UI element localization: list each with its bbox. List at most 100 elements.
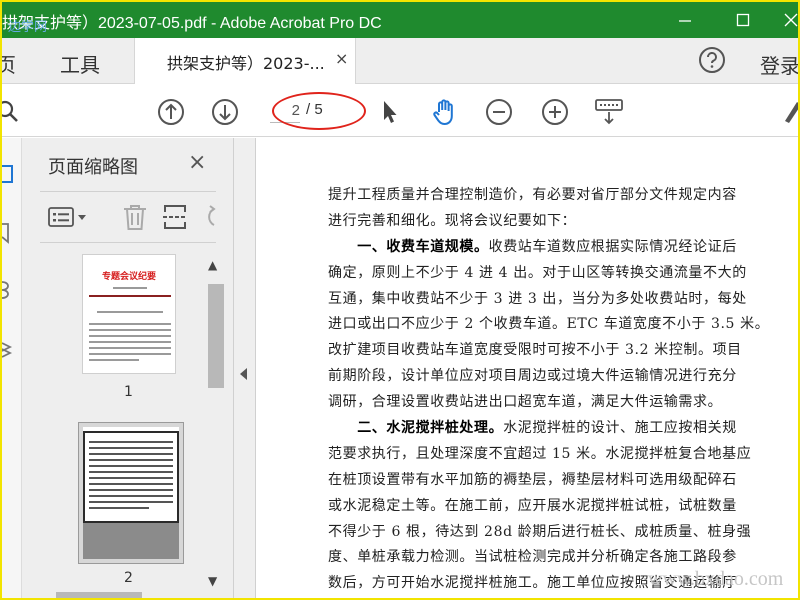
window-title: 拱架支护等）2023-07-05.pdf - Adobe Acrobat Pro…	[2, 15, 382, 32]
thumbnail-options-button[interactable]	[48, 202, 88, 232]
thumbnail-text-line	[89, 483, 173, 485]
thumbnail-text-line	[89, 359, 139, 361]
thumbnail-text-line	[89, 501, 173, 503]
scroll-down-icon[interactable]: ▼	[208, 574, 217, 588]
thumbnail-text-line	[89, 453, 173, 455]
thumbnail-text-line	[89, 447, 173, 449]
delete-page-button[interactable]	[122, 202, 148, 232]
next-page-icon	[212, 99, 238, 125]
toolbar: / 5	[2, 85, 798, 137]
scrollbar-thumb[interactable]	[208, 284, 224, 388]
line-text: 在桩顶设置带有水平加筋的褥垫层，褥垫层材料可选用级配碎石	[328, 471, 737, 488]
document-line: 二、水泥搅拌桩处理。水泥搅拌桩的设计、施工应按相关规	[328, 417, 736, 443]
document-line: 一、收费车道规模。收费站车道数应根据实际情况经论证后	[328, 236, 736, 262]
next-page-button[interactable]	[210, 97, 240, 127]
insert-page-button[interactable]	[162, 202, 188, 232]
thumbnail-panel-icon[interactable]	[2, 164, 14, 184]
document-line: 在桩顶设置带有水平加筋的褥垫层，褥垫层材料可选用级配碎石	[328, 469, 736, 495]
line-text: 度、单桩承载力检测。当试桩检测完成并分析确定各施工路段参	[328, 549, 737, 566]
rotate-page-button[interactable]	[202, 202, 218, 232]
document-tab-label: 拱架支护等）2023-...	[167, 54, 325, 73]
tab-home[interactable]: 页	[2, 49, 16, 78]
line-text: 调研，合理设置收费站进出口超宽车道，满足大件运输需求。	[328, 394, 723, 411]
prev-page-button[interactable]	[156, 97, 186, 127]
line-text: 确定，原则上不少于 4 进 4 出。对于山区等转换交通流量不大的	[328, 264, 747, 281]
rotate-icon	[208, 205, 216, 226]
bookmark-icon[interactable]	[2, 222, 12, 244]
hand-tool-button[interactable]	[430, 97, 460, 127]
document-view[interactable]: 提升工程质量并合理控制造价，有必要对省厅部分文件规定内容 进行完善和细化。现将会议…	[256, 138, 798, 598]
scroll-up-icon[interactable]: ▲	[208, 258, 217, 272]
thumbnail-shaded-area	[83, 523, 179, 559]
search-button[interactable]	[2, 97, 24, 127]
document-line: 进口或出口不应少于 2 个收费车道。ETC 车道宽度不小于 3.5 米。	[328, 313, 769, 339]
page-thumbnail-2[interactable]	[78, 422, 184, 564]
maximize-button[interactable]	[720, 2, 766, 38]
insert-page-icon	[163, 205, 187, 229]
thumbnail-text-line	[89, 347, 171, 349]
line-text: 前期阶段，设计单位应对项目周边或过境大件运输情况进行充分	[328, 368, 737, 385]
zoom-out-button[interactable]	[484, 97, 514, 127]
zoom-in-button[interactable]	[540, 97, 570, 127]
page-thumbnail-1[interactable]: 专题会议纪要	[82, 254, 176, 374]
select-cursor-icon	[384, 101, 397, 123]
document-line: 调研，合理设置收费站进出口超宽车道，满足大件运输需求。	[328, 391, 728, 417]
thumbnail-text-line	[89, 471, 173, 473]
hand-tool-icon	[433, 99, 453, 125]
trash-icon	[124, 205, 146, 230]
site-watermark: www.bxdao.com	[648, 568, 784, 590]
collapse-panel-icon[interactable]	[240, 368, 247, 380]
window-close-button[interactable]	[768, 2, 798, 38]
document-text: 提升工程质量并合理控制造价，有必要对省厅部分文件规定内容 进行完善和细化。现将会议…	[328, 184, 769, 598]
sign-icon	[785, 102, 798, 123]
document-line: 前期阶段，设计单位应对项目周边或过境大件运输情况进行充分	[328, 365, 736, 391]
document-line: 不得少于 6 根，待达到 28d 龄期后进行桩长、成桩质量、桩身强	[328, 521, 751, 547]
line-text: 水泥搅拌桩的设计、施工应按相关规	[503, 420, 737, 437]
panel-close-icon[interactable]: ×	[188, 150, 206, 175]
thumbnail-text-line	[89, 495, 173, 497]
panel-splitter[interactable]	[234, 138, 256, 598]
zoom-in-icon	[542, 99, 568, 125]
tab-document[interactable]: 拱架支护等）2023-... ×	[134, 38, 356, 84]
watermark-text: 边学网	[8, 20, 48, 35]
layers-icon[interactable]	[2, 338, 14, 360]
prev-page-icon	[158, 99, 184, 125]
line-text: 范要求执行，且处理深度不宜超过 15 米。水泥搅拌桩复合地基应	[328, 445, 752, 462]
keyboard-button[interactable]	[594, 97, 624, 127]
left-icon-rail	[2, 138, 22, 598]
section-heading: 二、水泥搅拌桩处理。	[328, 420, 504, 437]
document-line: 改扩建项目收费站车道宽度受限时可按不小于 3.2 米控制。项目	[328, 339, 741, 365]
line-text: 收费站车道数应根据实际情况经论证后	[488, 238, 737, 255]
keyboard-icon	[595, 99, 623, 125]
login-button[interactable]: 登录	[760, 50, 798, 79]
title-bar: 拱架支护等）2023-07-05.pdf - Adobe Acrobat Pro…	[2, 2, 798, 38]
line-text: 进行完善和细化。现将会议纪要如下：	[328, 212, 577, 229]
line-text: 进口或出口不应少于 2 个收费车道。ETC 车道宽度不小于 3.5 米。	[328, 316, 770, 333]
thumbnail-text-line	[89, 477, 173, 479]
sign-button[interactable]	[778, 97, 798, 127]
document-line: 确定，原则上不少于 4 进 4 出。对于山区等转换交通流量不大的	[328, 262, 746, 288]
thumbnail-text-line	[89, 353, 171, 355]
list-options-icon	[48, 207, 86, 227]
line-text: 互通，集中收费站不少于 3 进 3 出，当分为多处收费站时，每处	[328, 290, 747, 307]
divider	[40, 242, 216, 243]
zoom-out-icon	[486, 99, 512, 125]
attachment-icon[interactable]	[2, 278, 12, 300]
thumbnail-text-line	[97, 311, 163, 313]
app-window: 拱架支护等）2023-07-05.pdf - Adobe Acrobat Pro…	[0, 0, 800, 600]
thumbnail-scrollbar[interactable]: ▲ ▼	[204, 256, 226, 596]
thumbnail-text-line	[113, 287, 147, 289]
minimize-button[interactable]	[662, 2, 708, 38]
select-tool-button[interactable]	[374, 97, 404, 127]
thumbnails-panel: 页面缩略图 × 专题会议纪要 1 2 ▲ ▼	[22, 138, 234, 598]
horizontal-scrollbar-thumb[interactable]	[56, 592, 142, 598]
tab-tools[interactable]: 工具	[60, 49, 100, 78]
thumbnail-text-line	[89, 329, 171, 331]
document-tab-close-icon[interactable]: ×	[335, 49, 348, 68]
section-heading: 一、收费车道规模。	[328, 238, 489, 255]
thumbnail-text-line	[89, 489, 173, 491]
thumbnail-page-number: 1	[124, 384, 133, 400]
document-line: 进行完善和细化。现将会议纪要如下：	[328, 210, 728, 236]
help-icon[interactable]	[698, 46, 726, 74]
thumbnail-text-line	[89, 441, 173, 443]
